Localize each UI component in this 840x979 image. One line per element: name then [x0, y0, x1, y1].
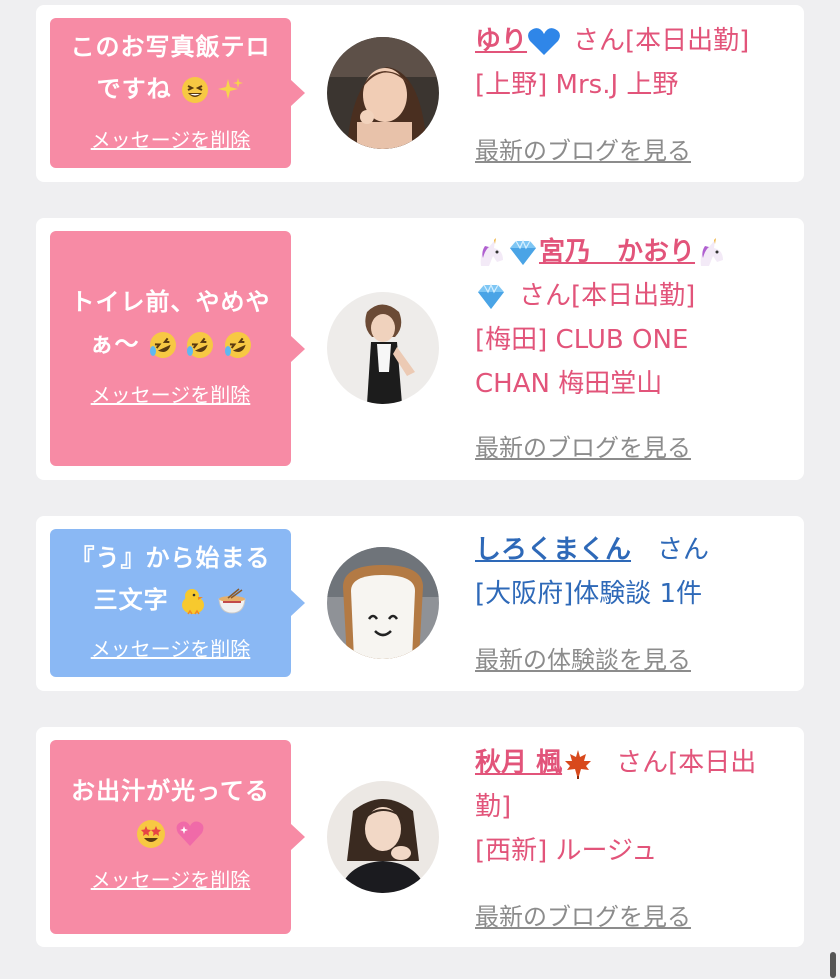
- member-info: 宮乃 かおり さん[本日出勤] [梅田] CLUB ONE CHAN 梅田堂山: [475, 230, 790, 406]
- sparkles-icon: [218, 78, 244, 99]
- avatar-photo: [327, 781, 439, 893]
- bubble-text-line: ですね: [96, 75, 172, 103]
- member-status: さん: [657, 535, 710, 565]
- rolling-laughing-face-icon: [149, 332, 176, 358]
- unicorn-icon: [480, 237, 503, 266]
- member-status: さん[本日出: [616, 748, 757, 778]
- bubble-text-line: ぁ〜: [89, 330, 140, 358]
- bubble-text-line: トイレ前、やめや: [70, 288, 271, 316]
- chick-icon: [182, 589, 204, 615]
- maple-leaf-icon: [565, 749, 592, 779]
- star-struck-face-icon: [136, 820, 165, 848]
- member-info: しろくまくん さん [大阪府]体験談 1件: [475, 528, 790, 616]
- member-name-link[interactable]: 秋月 楓: [475, 748, 594, 779]
- latest-blog-link[interactable]: 最新のブログを見る: [475, 131, 691, 166]
- latest-blog-link[interactable]: 最新のブログを見る: [475, 897, 691, 932]
- noodle-bowl-icon: [218, 588, 246, 614]
- delete-message-link[interactable]: メッセージを削除: [91, 864, 251, 893]
- avatar[interactable]: [327, 781, 439, 893]
- avatar[interactable]: [327, 37, 439, 149]
- shop-name: [上野] Mrs.J 上野: [475, 70, 679, 100]
- message-bubble: お出汁が光ってる メッセージを削除: [50, 740, 305, 934]
- avatar-photo: [327, 292, 439, 404]
- review-count: [大阪府]体験談 1件: [475, 579, 703, 609]
- delete-message-link[interactable]: メッセージを削除: [91, 379, 251, 408]
- member-name: 秋月 楓: [475, 748, 563, 778]
- bubble-text-line: お出汁が光ってる: [71, 777, 270, 805]
- message-card: お出汁が光ってる メッセージを削除 秋月 楓 さん[本日出 勤] [西新] ルージ…: [36, 727, 804, 947]
- scrollbar[interactable]: [830, 952, 836, 978]
- member-info: 秋月 楓 さん[本日出 勤] [西新] ルージュ: [475, 741, 790, 873]
- member-name: ゆり: [475, 26, 528, 56]
- rolling-laughing-face-icon: [224, 332, 251, 358]
- gem-icon: [510, 238, 536, 265]
- shop-name-line: CHAN 梅田堂山: [475, 369, 663, 399]
- member-name-link[interactable]: しろくまくん: [475, 535, 631, 565]
- delete-message-link[interactable]: メッセージを削除: [91, 124, 251, 153]
- shop-name: [西新] ルージュ: [475, 836, 658, 866]
- bubble-text-line: 『う』から始まる: [70, 544, 271, 572]
- avatar[interactable]: [327, 547, 439, 659]
- message-card: 『う』から始まる 三文字 メッセージを削除 しろくまくん さん [大阪府]体験談 …: [36, 516, 804, 691]
- sparkling-heart-icon: [176, 821, 204, 846]
- member-status: さん[本日出勤]: [519, 281, 696, 311]
- member-name: 宮乃 かおり: [539, 237, 696, 267]
- blue-heart-icon: [528, 27, 560, 55]
- member-info: ゆり さん[本日出勤] [上野] Mrs.J 上野: [475, 19, 790, 107]
- rolling-laughing-face-icon: [187, 332, 214, 358]
- avatar-photo: [327, 37, 439, 149]
- gem-icon: [478, 282, 504, 309]
- bubble-text-line: 三文字: [93, 586, 169, 614]
- message-bubble: このお写真飯テロ ですね メッセージを削除: [50, 18, 305, 168]
- member-name-link[interactable]: 宮乃 かおり: [475, 237, 727, 267]
- grinning-squinting-face-icon: [182, 77, 208, 103]
- avatar-photo: [327, 547, 439, 659]
- shop-name-line: [梅田] CLUB ONE: [475, 325, 689, 355]
- message-card: トイレ前、やめや ぁ〜 メッセージを削除 宮乃 かおり さん[本日出勤] [梅田…: [36, 218, 804, 480]
- message-card: このお写真飯テロ ですね メッセージを削除 ゆり さん[本日出勤] [上野] Mr…: [36, 5, 804, 182]
- member-status-cont: 勤]: [475, 792, 512, 822]
- delete-message-link[interactable]: メッセージを削除: [91, 633, 251, 662]
- message-bubble: トイレ前、やめや ぁ〜 メッセージを削除: [50, 231, 305, 466]
- latest-blog-link[interactable]: 最新のブログを見る: [475, 428, 691, 463]
- message-bubble: 『う』から始まる 三文字 メッセージを削除: [50, 529, 305, 677]
- latest-review-link[interactable]: 最新の体験談を見る: [475, 640, 691, 675]
- bubble-text-line: このお写真飯テロ: [70, 33, 271, 61]
- member-name-link[interactable]: ゆり: [475, 26, 561, 56]
- avatar[interactable]: [327, 292, 439, 404]
- member-status: さん[本日出勤]: [573, 26, 750, 56]
- unicorn-icon: [700, 237, 724, 266]
